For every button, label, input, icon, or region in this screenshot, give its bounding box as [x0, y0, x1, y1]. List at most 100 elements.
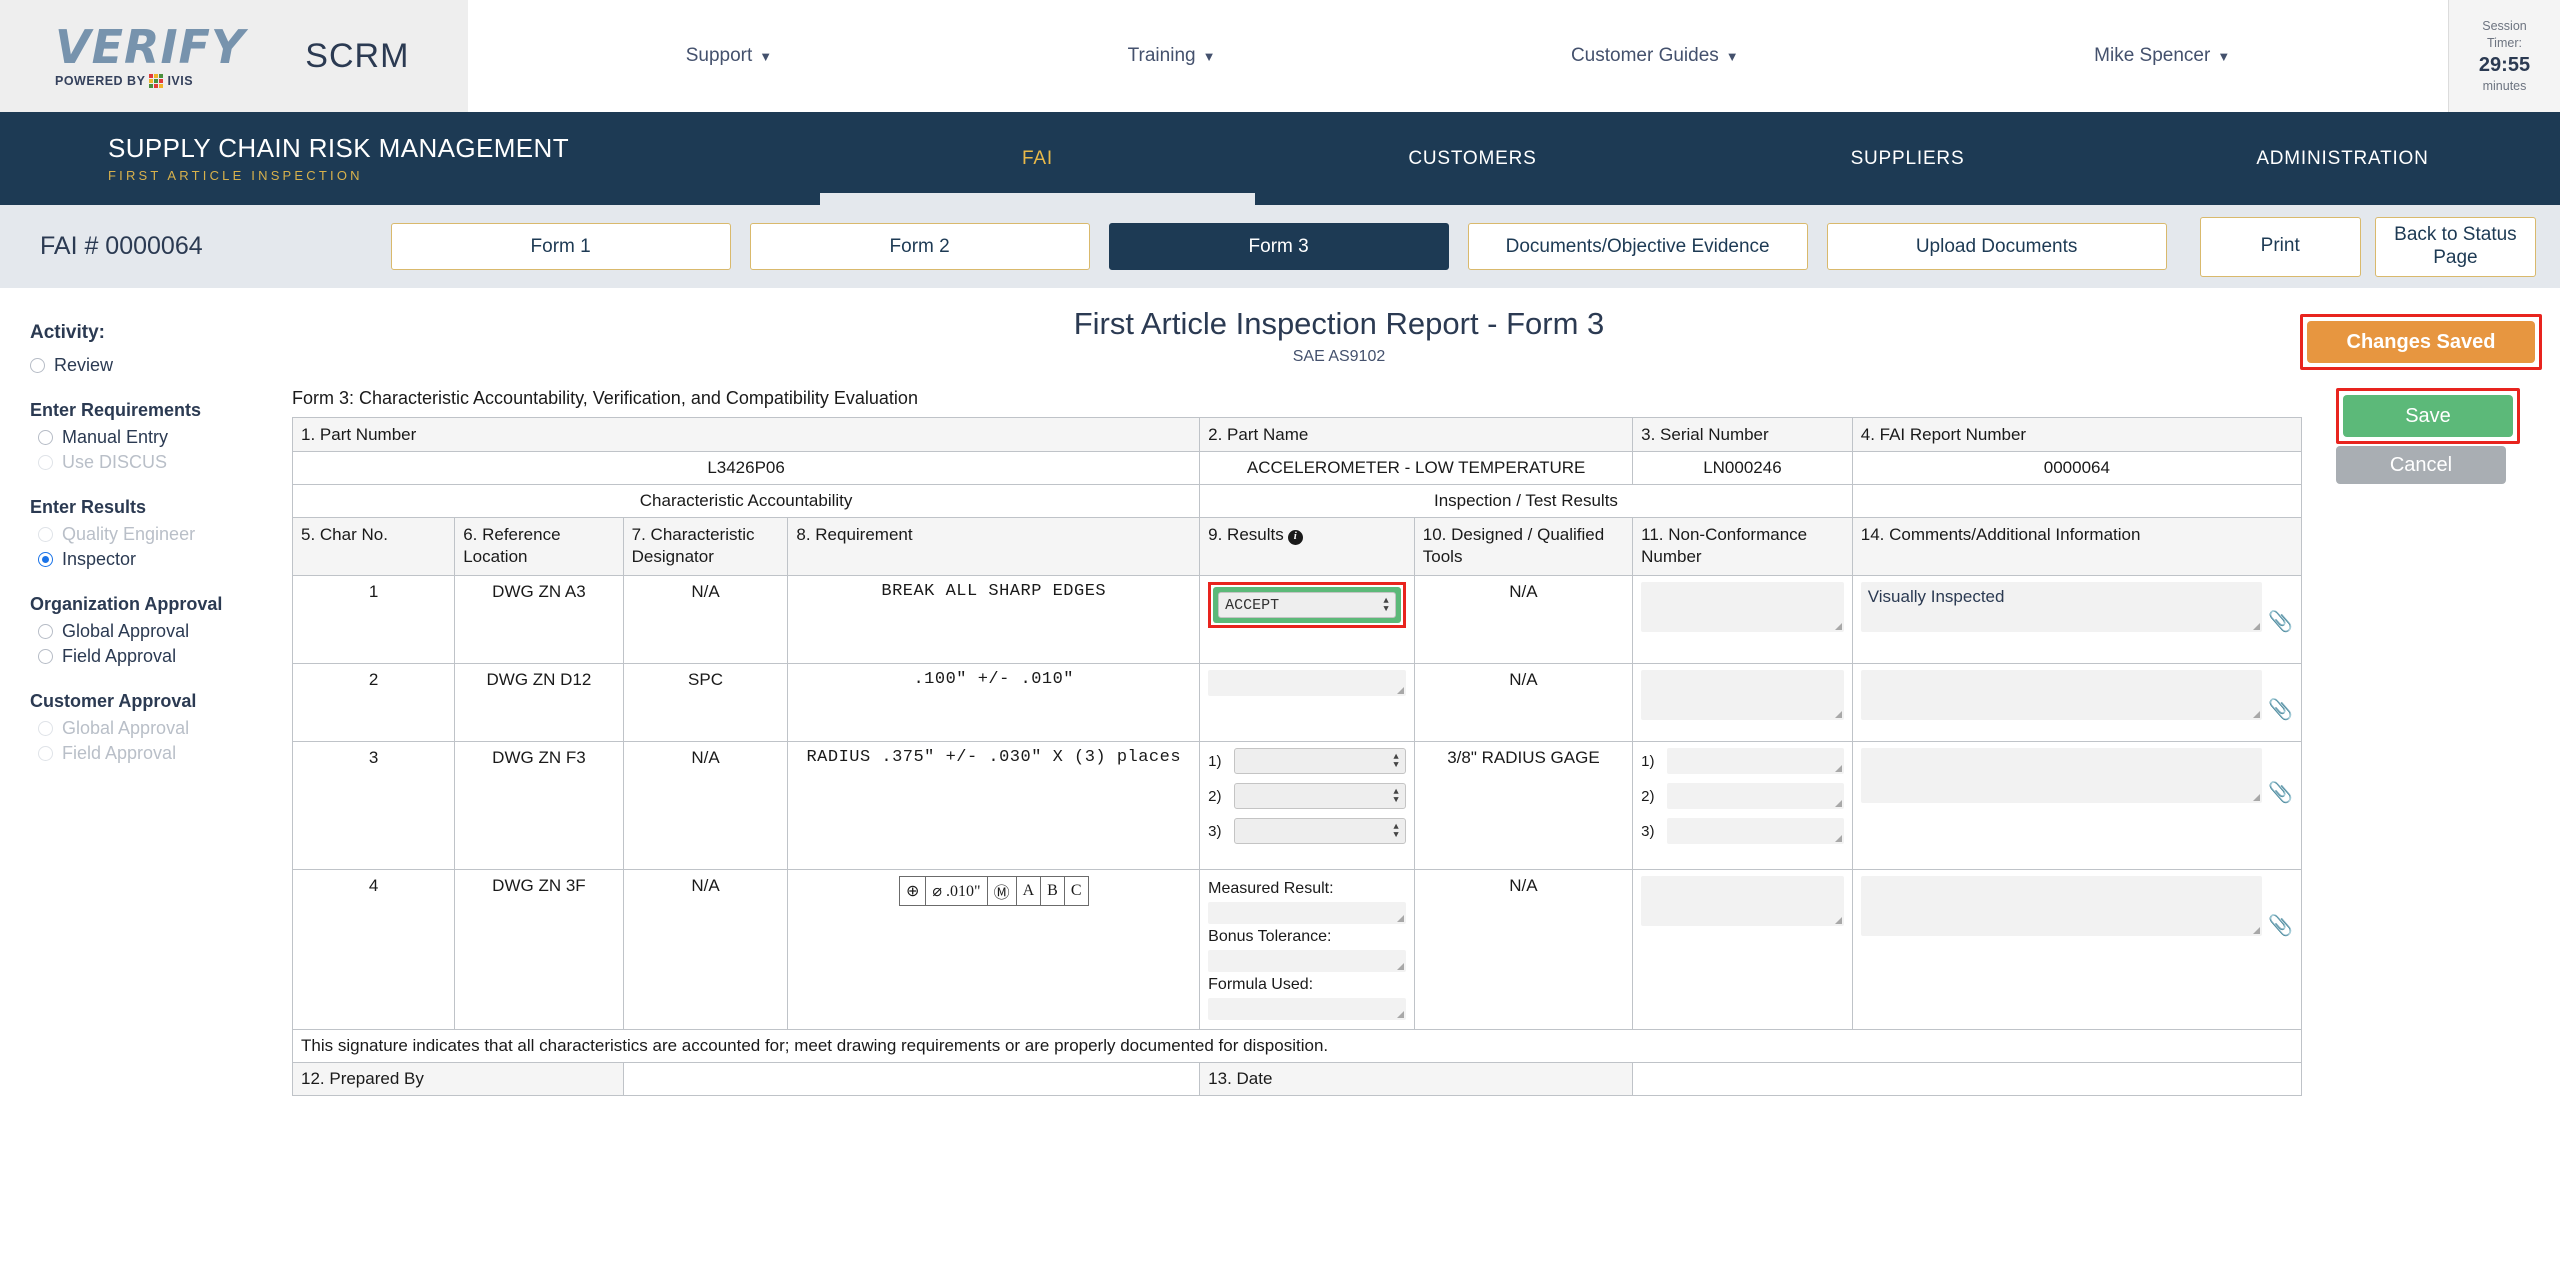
radio-inspector[interactable]: Inspector: [30, 547, 288, 572]
radio-circle-org-global-approval[interactable]: [38, 624, 53, 639]
cell-char-no: 3: [291, 741, 456, 871]
radio-quality-engineer: Quality Engineer: [30, 522, 288, 547]
non-conformance-input-2[interactable]: [1667, 783, 1844, 810]
label-serial-number: 3. Serial Number: [1632, 416, 1853, 453]
radio-circle-inspector[interactable]: [38, 552, 53, 567]
tab-label-form-1: Form 1: [530, 235, 591, 257]
measured-result-label: Measured Result:: [1208, 880, 1334, 898]
results-input[interactable]: [1208, 670, 1406, 697]
activity-sidebar: Activity: Review Enter Requirements Manu…: [0, 288, 288, 1264]
topnav-item-user-menu[interactable]: Mike Spencer ▼: [2094, 45, 2230, 67]
results-select-2[interactable]: ▲ ▼: [1234, 783, 1406, 810]
comments-textarea[interactable]: [1860, 876, 2263, 937]
non-conformance-input-1[interactable]: [1667, 748, 1844, 775]
cancel-button: Cancel: [2336, 446, 2506, 484]
back-to-status-page-button[interactable]: Back to Status Page: [2374, 216, 2537, 277]
chevron-down-icon: ▼: [1725, 48, 1739, 64]
group-title-organization-approval: Organization Approval: [30, 594, 223, 614]
non-conformance-input[interactable]: [1641, 670, 1844, 721]
verify-logo[interactable]: VERIFY POWERED BY IVIS: [55, 24, 245, 88]
results-row-1: 1) ▲ ▼: [1208, 748, 1406, 775]
topnav-item-training[interactable]: Training ▼: [1128, 45, 1216, 67]
logo-zone: VERIFY POWERED BY IVIS SCRM: [0, 0, 468, 112]
activity-heading: Activity:: [30, 322, 105, 343]
app-short-name: SCRM: [305, 36, 410, 75]
cell-requirement: BREAK ALL SHARP EDGES: [787, 575, 1201, 665]
verify-wordmark: VERIFY: [55, 20, 246, 74]
signature-note: This signature indicates that all charac…: [292, 1029, 2302, 1064]
paperclip-icon[interactable]: 📎: [2268, 700, 2293, 720]
cell-char-no: 2: [291, 663, 456, 743]
cell-non-conformance: 1) 2) 3): [1632, 741, 1853, 871]
cell-char-no: 1: [291, 575, 456, 665]
comments-textarea[interactable]: [1860, 670, 2263, 721]
cell-reference-location: DWG ZN D12: [454, 663, 624, 743]
table-row: 4 DWG ZN 3F N/A ⊕ ⌀ .010" Ⓜ A B C Measur…: [291, 869, 2303, 1031]
nav-item-administration[interactable]: ADMINISTRATION: [2125, 112, 2560, 205]
nc-row-2: 2): [1641, 783, 1844, 810]
tab-upload-documents[interactable]: Upload Documents: [1826, 223, 2167, 270]
cell-non-conformance: [1632, 663, 1853, 743]
print-button[interactable]: Print: [2199, 216, 2361, 277]
paperclip-icon[interactable]: 📎: [2268, 783, 2293, 803]
part-header-labels-row: 1. Part Number 2. Part Name 3. Serial Nu…: [291, 416, 2303, 453]
session-timer: Session Timer: 29:55 minutes: [2448, 0, 2560, 112]
main-navigation-bar: SUPPLY CHAIN RISK MANAGEMENT FIRST ARTIC…: [0, 112, 2560, 205]
nav-item-customers[interactable]: CUSTOMERS: [1255, 112, 1690, 205]
paperclip-icon[interactable]: 📎: [2268, 612, 2293, 632]
page-body: Activity: Review Enter Requirements Manu…: [0, 288, 2560, 1264]
radio-circle-org-field-approval[interactable]: [38, 649, 53, 664]
tab-documents-objective-evidence[interactable]: Documents/Objective Evidence: [1467, 223, 1808, 270]
nc-row-1: 1): [1641, 748, 1844, 775]
tab-form-1[interactable]: Form 1: [390, 223, 731, 270]
save-button[interactable]: Save: [2343, 395, 2513, 437]
results-select[interactable]: ACCEPT ▲ ▼: [1218, 592, 1396, 619]
band-empty: [1851, 484, 2303, 519]
formula-used-input[interactable]: [1208, 998, 1406, 1021]
prepared-by-label: 12. Prepared By: [292, 1062, 624, 1097]
cell-reference-location: DWG ZN A3: [454, 575, 624, 665]
cell-characteristic-designator: N/A: [622, 869, 789, 1031]
tab-form-3[interactable]: Form 3: [1108, 223, 1449, 270]
bonus-tolerance-input[interactable]: [1208, 950, 1406, 973]
document-title: First Article Inspection Report - Form 3: [1073, 306, 1605, 341]
non-conformance-input-3[interactable]: [1667, 818, 1844, 845]
results-select-1[interactable]: ▲ ▼: [1234, 748, 1406, 775]
measured-result-input[interactable]: [1208, 902, 1406, 925]
radio-circle-manual-entry[interactable]: [38, 430, 53, 445]
changes-saved-button[interactable]: Changes Saved: [2307, 321, 2535, 363]
tab-label-form-3: Form 3: [1248, 235, 1309, 257]
non-conformance-input[interactable]: [1641, 582, 1844, 633]
value-fai-report-number: 0000064: [1851, 451, 2303, 486]
radio-use-discus: Use DISCUS: [30, 450, 288, 475]
radio-review[interactable]: Review: [30, 353, 288, 378]
radio-circle-review[interactable]: [30, 358, 45, 373]
radio-org-field-approval[interactable]: Field Approval: [30, 644, 288, 669]
nc-row-3: 3): [1641, 818, 1844, 845]
nav-item-suppliers[interactable]: SUPPLIERS: [1690, 112, 2125, 205]
comments-textarea[interactable]: Visually Inspected: [1860, 582, 2263, 633]
nav-item-fai[interactable]: FAI: [820, 112, 1255, 205]
group-title-enter-requirements: Enter Requirements: [30, 400, 202, 420]
cell-tools: N/A: [1413, 663, 1634, 743]
prepared-by-value[interactable]: [622, 1062, 1201, 1097]
non-conformance-input[interactable]: [1641, 876, 1844, 927]
changes-saved-highlight: Changes Saved: [2300, 314, 2542, 370]
comments-textarea[interactable]: [1860, 748, 2263, 804]
topnav-item-support[interactable]: Support ▼: [686, 45, 772, 67]
radio-label-manual-entry: Manual Entry: [62, 427, 169, 447]
tab-form-2[interactable]: Form 2: [749, 223, 1090, 270]
results-select-3[interactable]: ▲ ▼: [1234, 818, 1406, 845]
radio-org-global-approval[interactable]: Global Approval: [30, 619, 288, 644]
results-highlight: ACCEPT ▲ ▼: [1208, 582, 1406, 629]
info-icon[interactable]: i: [1287, 529, 1303, 545]
results-index-3: 3): [1208, 822, 1222, 840]
cell-characteristic-designator: N/A: [622, 741, 789, 871]
group-title-enter-results: Enter Results: [30, 497, 147, 517]
group-customer-approval: Customer Approval Global Approval Field …: [30, 691, 288, 766]
topnav-item-customer-guides[interactable]: Customer Guides ▼: [1571, 45, 1739, 67]
session-timer-unit: minutes: [2482, 78, 2527, 93]
radio-manual-entry[interactable]: Manual Entry: [30, 425, 288, 450]
paperclip-icon[interactable]: 📎: [2268, 916, 2293, 936]
date-value[interactable]: [1632, 1062, 2302, 1097]
